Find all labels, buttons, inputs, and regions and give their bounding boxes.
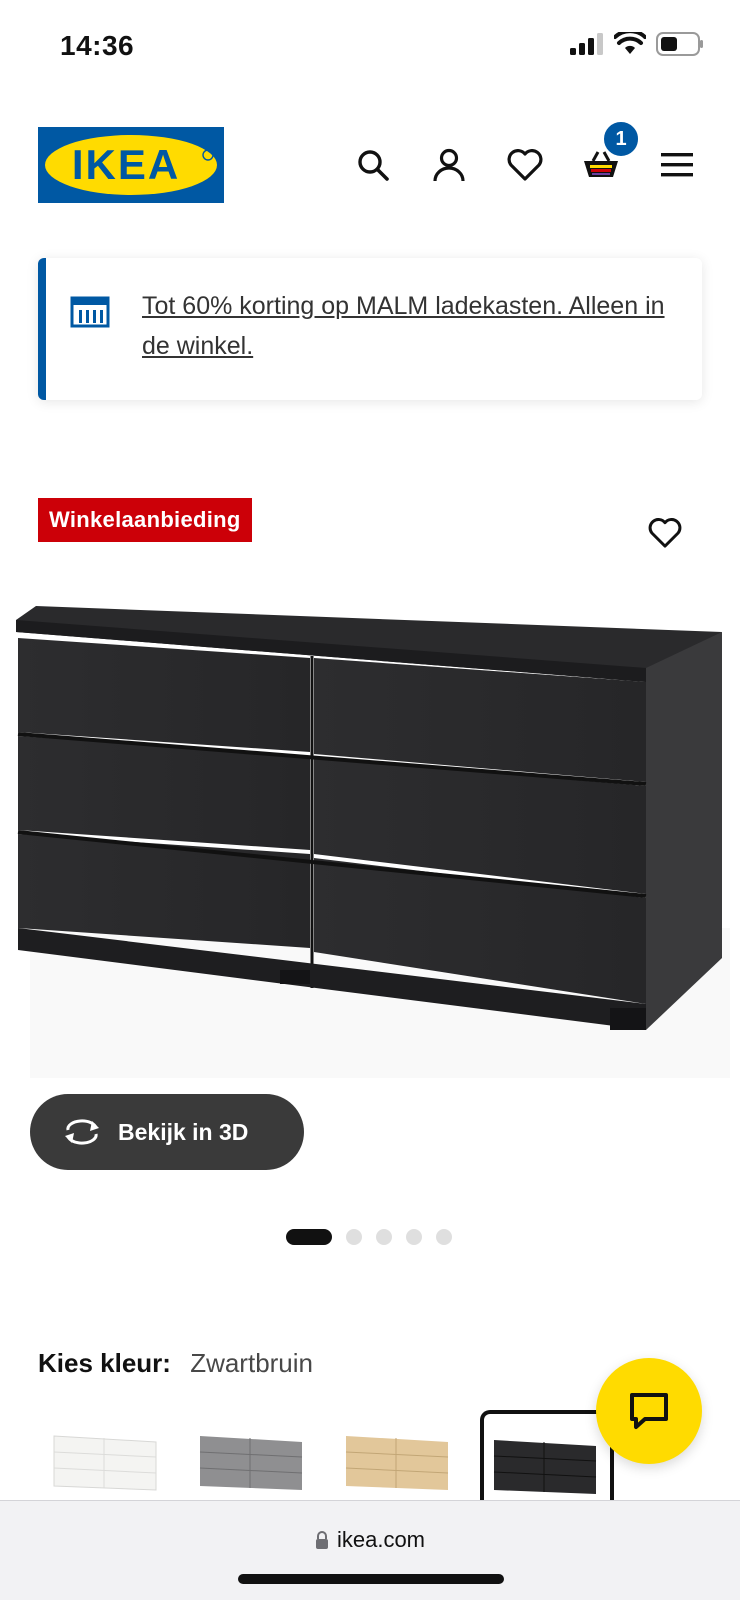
account-button[interactable] bbox=[426, 142, 472, 188]
status-time: 14:36 bbox=[60, 30, 135, 61]
lock-icon bbox=[315, 1531, 328, 1549]
carousel-dot[interactable] bbox=[436, 1229, 452, 1245]
store-offer-badge: Winkelaanbieding bbox=[38, 498, 252, 542]
header-icons: 1 bbox=[350, 120, 700, 188]
wishlist-button[interactable] bbox=[502, 142, 548, 188]
address-bar[interactable]: ikea.com bbox=[0, 1527, 740, 1553]
swatch-black-brown-selected[interactable] bbox=[480, 1410, 614, 1510]
search-icon bbox=[358, 150, 389, 181]
cart-button[interactable]: 1 bbox=[578, 120, 640, 188]
ikea-logo[interactable]: IKEA bbox=[38, 127, 224, 203]
browser-bar: ikea.com bbox=[0, 1500, 740, 1600]
chat-button[interactable] bbox=[596, 1358, 702, 1464]
view-in-3d-label: Bekijk in 3D bbox=[118, 1118, 249, 1145]
swatch-oak[interactable] bbox=[344, 1430, 454, 1492]
status-bar: 14:36 bbox=[0, 0, 740, 90]
rotate-3d-icon bbox=[65, 1119, 99, 1145]
view-in-3d-button[interactable]: Bekijk in 3D bbox=[30, 1094, 304, 1170]
user-icon bbox=[433, 148, 465, 182]
promo-link[interactable]: Tot 60% korting op MALM ladekasten. Alle… bbox=[142, 286, 682, 366]
battery-icon bbox=[656, 32, 704, 61]
site-header: IKEA 1 bbox=[0, 120, 740, 210]
swatch-white[interactable] bbox=[52, 1430, 162, 1492]
signal-icon bbox=[570, 33, 604, 60]
product-image[interactable] bbox=[0, 598, 740, 1078]
status-icons bbox=[570, 29, 704, 61]
store-icon bbox=[70, 296, 110, 333]
cart-count-badge: 1 bbox=[602, 120, 640, 158]
url-text: ikea.com bbox=[336, 1527, 426, 1552]
color-label: Kies kleur: bbox=[38, 1348, 171, 1378]
carousel-indicator bbox=[286, 1229, 452, 1245]
color-value: Zwartbruin bbox=[190, 1348, 314, 1378]
carousel-dot[interactable] bbox=[346, 1229, 362, 1245]
wifi-icon bbox=[613, 29, 647, 61]
logo-text: IKEA bbox=[72, 141, 180, 188]
carousel-dot[interactable] bbox=[376, 1229, 392, 1245]
carousel-dot[interactable] bbox=[286, 1229, 332, 1245]
heart-icon bbox=[507, 149, 543, 181]
hamburger-icon bbox=[661, 153, 693, 177]
menu-button[interactable] bbox=[654, 142, 700, 188]
promo-banner[interactable]: Tot 60% korting op MALM ladekasten. Alle… bbox=[38, 258, 702, 400]
chat-icon bbox=[630, 1393, 668, 1429]
color-swatches bbox=[38, 1410, 638, 1510]
save-product-button[interactable] bbox=[648, 518, 682, 553]
swatch-gray[interactable] bbox=[198, 1430, 308, 1492]
color-selector-heading: Kies kleur: Zwartbruin bbox=[38, 1348, 313, 1379]
carousel-dot[interactable] bbox=[406, 1229, 422, 1245]
heart-icon bbox=[648, 518, 682, 548]
search-button[interactable] bbox=[350, 142, 396, 188]
home-indicator[interactable] bbox=[238, 1574, 504, 1584]
